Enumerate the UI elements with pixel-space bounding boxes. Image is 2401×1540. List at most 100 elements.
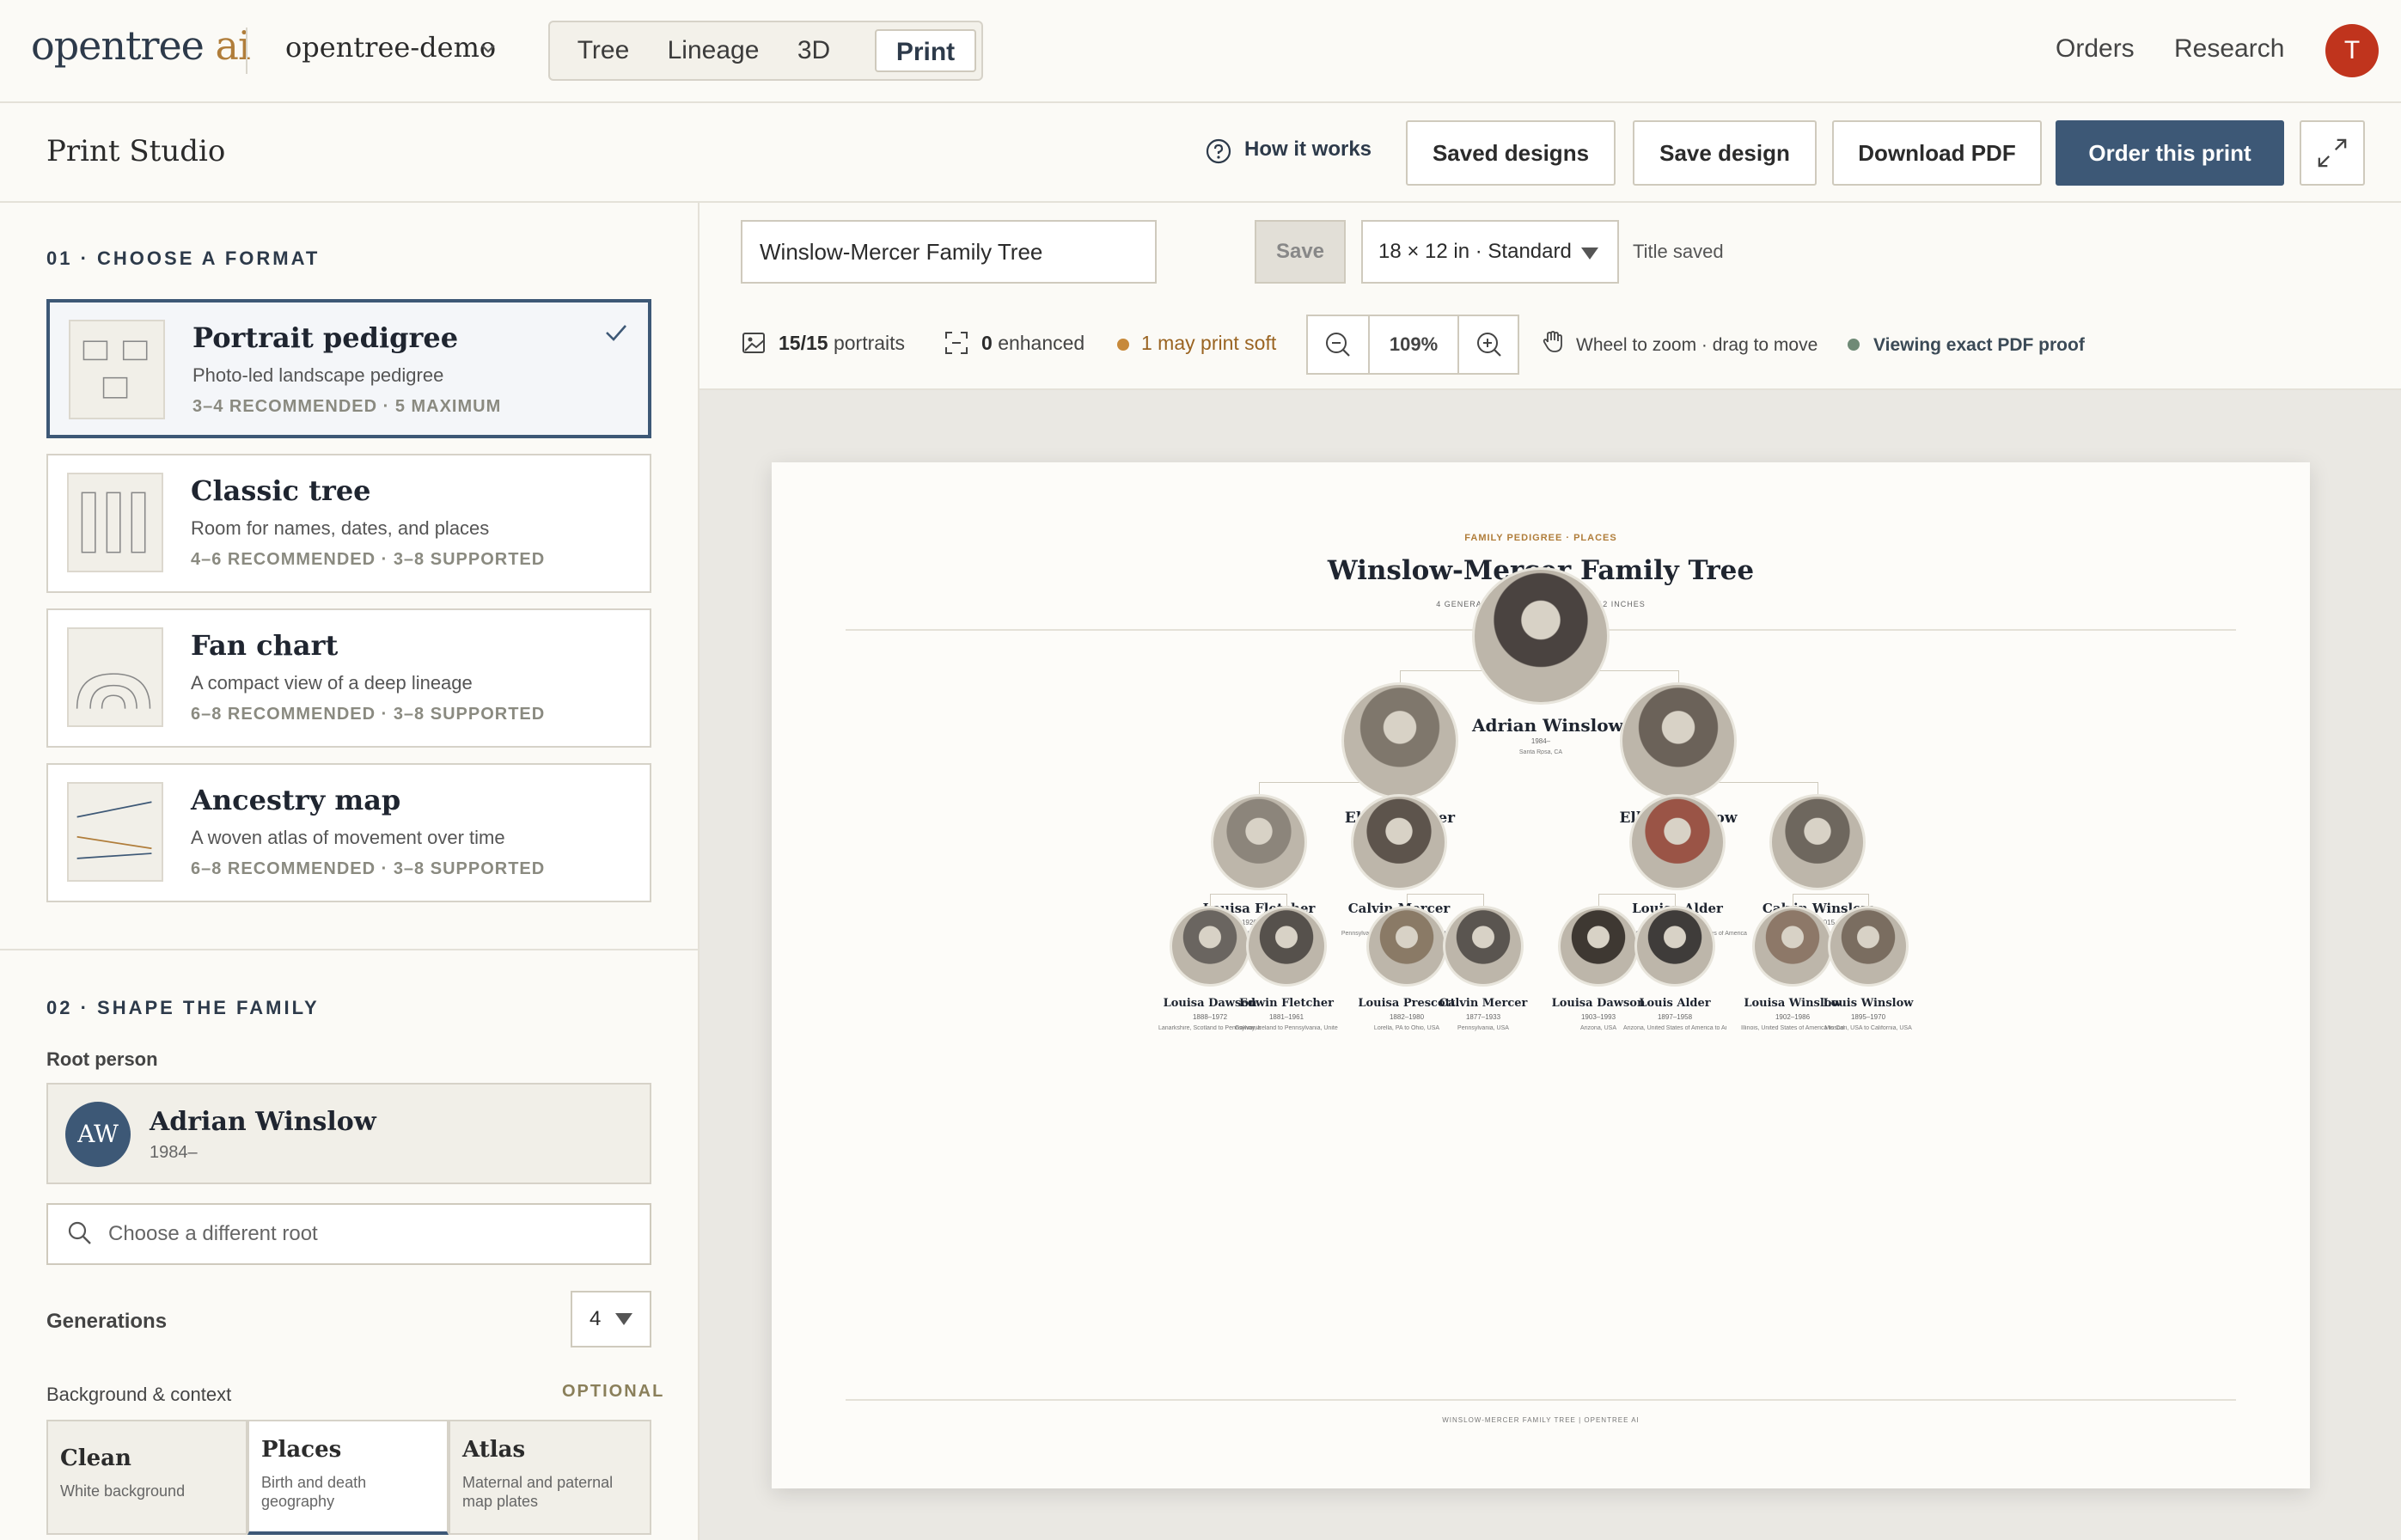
person-name: Edwin Fletcher	[1238, 997, 1335, 1010]
project-selector[interactable]: opentree-demo	[285, 31, 496, 64]
connector-line	[1598, 894, 1675, 895]
format-description: Room for names, dates, and places	[191, 517, 490, 539]
zoom-hint: Wheel to zoom · drag to move	[1576, 335, 1818, 355]
format-description: A woven atlas of movement over time	[191, 827, 505, 848]
connector-line	[1793, 894, 1868, 895]
format-card-ancestry-map[interactable]: Ancestry map A woven atlas of movement o…	[46, 763, 651, 902]
connector-line	[1259, 782, 1260, 794]
preview-footer: WINSLOW-MERCER FAMILY TREE | OPENTREE AI	[1442, 1416, 1640, 1424]
preview-eyebrow: FAMILY PEDIGREE · PLACES	[1464, 533, 1617, 543]
zoom-in-button[interactable]	[1459, 316, 1519, 373]
research-link[interactable]: Research	[2174, 34, 2284, 64]
background-label: Background & context	[46, 1384, 232, 1405]
person-portrait	[1634, 906, 1715, 987]
portrait-pedigree-thumbnail	[69, 320, 165, 419]
background-title: Atlas	[462, 1437, 526, 1463]
generations-select[interactable]: 4	[571, 1291, 651, 1348]
save-title-button[interactable]: Save	[1255, 220, 1346, 284]
family-section-heading: 02 · SHAPE THE FAMILY	[46, 997, 320, 1018]
classic-tree-thumbnail	[67, 473, 163, 572]
person-place: Galway, Ireland to Pennsylvania, United …	[1235, 1025, 1338, 1031]
person-portrait	[1351, 794, 1447, 890]
app-logo[interactable]: opentree ai	[31, 22, 251, 69]
person-place: Missouri, USA to California, USA	[1824, 1025, 1912, 1031]
zoom-out-icon	[1326, 333, 1350, 357]
expand-icon	[2318, 138, 2347, 168]
tab-3d[interactable]: 3D	[782, 29, 846, 72]
format-title: Portrait pedigree	[192, 321, 459, 354]
format-card-classic-tree[interactable]: Classic tree Room for names, dates, and …	[46, 454, 651, 593]
generations-label: Generations	[46, 1310, 168, 1333]
search-icon	[68, 1221, 91, 1244]
preview-toolbar: Winslow-Mercer Family Tree Save 18 × 12 …	[700, 203, 2401, 390]
background-title: Places	[261, 1437, 342, 1463]
person-dates: 1877–1933	[1465, 1013, 1501, 1021]
format-title: Classic tree	[191, 474, 371, 507]
format-card-portrait-pedigree[interactable]: Portrait pedigree Photo-led landscape pe…	[46, 299, 651, 438]
caret-down-icon	[615, 1313, 632, 1325]
background-option-places[interactable]: Places Birth and death geography	[247, 1420, 449, 1535]
connector-line	[1400, 670, 1401, 682]
format-title: Fan chart	[191, 629, 339, 662]
root-dates: 1984–	[150, 1143, 198, 1162]
person-portrait	[1629, 794, 1726, 890]
background-desc: White background	[60, 1482, 186, 1500]
view-tabs: Tree Lineage 3D Print	[548, 21, 983, 81]
user-avatar[interactable]: T	[2325, 24, 2379, 77]
fullscreen-button[interactable]	[2300, 120, 2365, 186]
help-circle-icon[interactable]	[1205, 138, 1232, 165]
zoom-control: 109%	[1306, 315, 1519, 375]
person-portrait	[1366, 906, 1447, 987]
format-meta: 6–8 RECOMMENDED · 3–8 SUPPORTED	[191, 859, 546, 878]
zoom-in-icon	[1477, 333, 1501, 357]
order-print-button[interactable]: Order this print	[2056, 120, 2284, 186]
person-portrait	[1246, 906, 1327, 987]
background-option-clean[interactable]: Clean White background	[46, 1420, 247, 1535]
root-person-label: Root person	[46, 1048, 158, 1070]
format-meta: 3–4 RECOMMENDED · 5 MAXIMUM	[192, 397, 502, 416]
print-size-select[interactable]: 18 × 12 in · Standard	[1361, 220, 1619, 284]
person-dates: 1984–	[1530, 737, 1551, 745]
save-design-button[interactable]: Save design	[1633, 120, 1817, 186]
root-search-input[interactable]: Choose a different root	[46, 1203, 651, 1265]
zoom-out-button[interactable]	[1308, 316, 1368, 373]
tab-print[interactable]: Print	[875, 29, 976, 72]
person-portrait	[1211, 794, 1307, 890]
portraits-stat: 15/15 portraits	[779, 332, 906, 354]
studio-bar: Print Studio How it works Saved designs …	[0, 103, 2401, 203]
page-title: Print Studio	[46, 134, 226, 168]
format-card-fan-chart[interactable]: Fan chart A compact view of a deep linea…	[46, 608, 651, 748]
connector-line	[1407, 894, 1483, 895]
root-person-card[interactable]: AW Adrian Winslow 1984–	[46, 1083, 651, 1184]
person-name: Louis Winslow	[1823, 997, 1914, 1010]
check-icon	[606, 325, 626, 341]
chevron-down-icon[interactable]	[478, 38, 498, 58]
person-dates: 1895–1970	[1850, 1013, 1886, 1021]
orders-link[interactable]: Orders	[2056, 34, 2135, 64]
background-option-atlas[interactable]: Atlas Maternal and paternal map plates	[449, 1420, 651, 1535]
tab-lineage[interactable]: Lineage	[657, 29, 770, 72]
saved-designs-button[interactable]: Saved designs	[1406, 120, 1616, 186]
person-name: Adrian Winslow	[1472, 715, 1623, 736]
print-title-input[interactable]: Winslow-Mercer Family Tree	[741, 220, 1157, 284]
person-place: Arizona, United States of America to Ari…	[1623, 1025, 1726, 1031]
person-portrait	[1828, 906, 1909, 987]
tab-tree[interactable]: Tree	[564, 29, 643, 72]
proof-status-dot	[1848, 339, 1860, 351]
person-place: Santa Rosa, CA	[1518, 749, 1563, 755]
soft-print-warning[interactable]: 1 may print soft	[1141, 332, 1276, 355]
connector-line	[1598, 894, 1599, 906]
format-meta: 6–8 RECOMMENDED · 3–8 SUPPORTED	[191, 705, 546, 724]
how-it-works-link[interactable]: How it works	[1244, 138, 1372, 162]
person-name: Calvin Mercer	[1439, 997, 1528, 1010]
ancestry-map-thumbnail	[67, 782, 163, 882]
enhance-icon	[945, 332, 968, 354]
background-desc: Maternal and paternal map plates	[462, 1474, 614, 1510]
optional-badge: OPTIONAL	[562, 1382, 665, 1401]
pdf-proof-canvas[interactable]: FAMILY PEDIGREE · PLACES Winslow-Mercer …	[772, 462, 2310, 1488]
download-pdf-button[interactable]: Download PDF	[1832, 120, 2042, 186]
format-section-heading: 01 · CHOOSE A FORMAT	[46, 248, 321, 269]
caret-down-icon	[1581, 248, 1598, 260]
zoom-level: 109%	[1368, 316, 1459, 373]
background-title: Clean	[60, 1445, 131, 1471]
